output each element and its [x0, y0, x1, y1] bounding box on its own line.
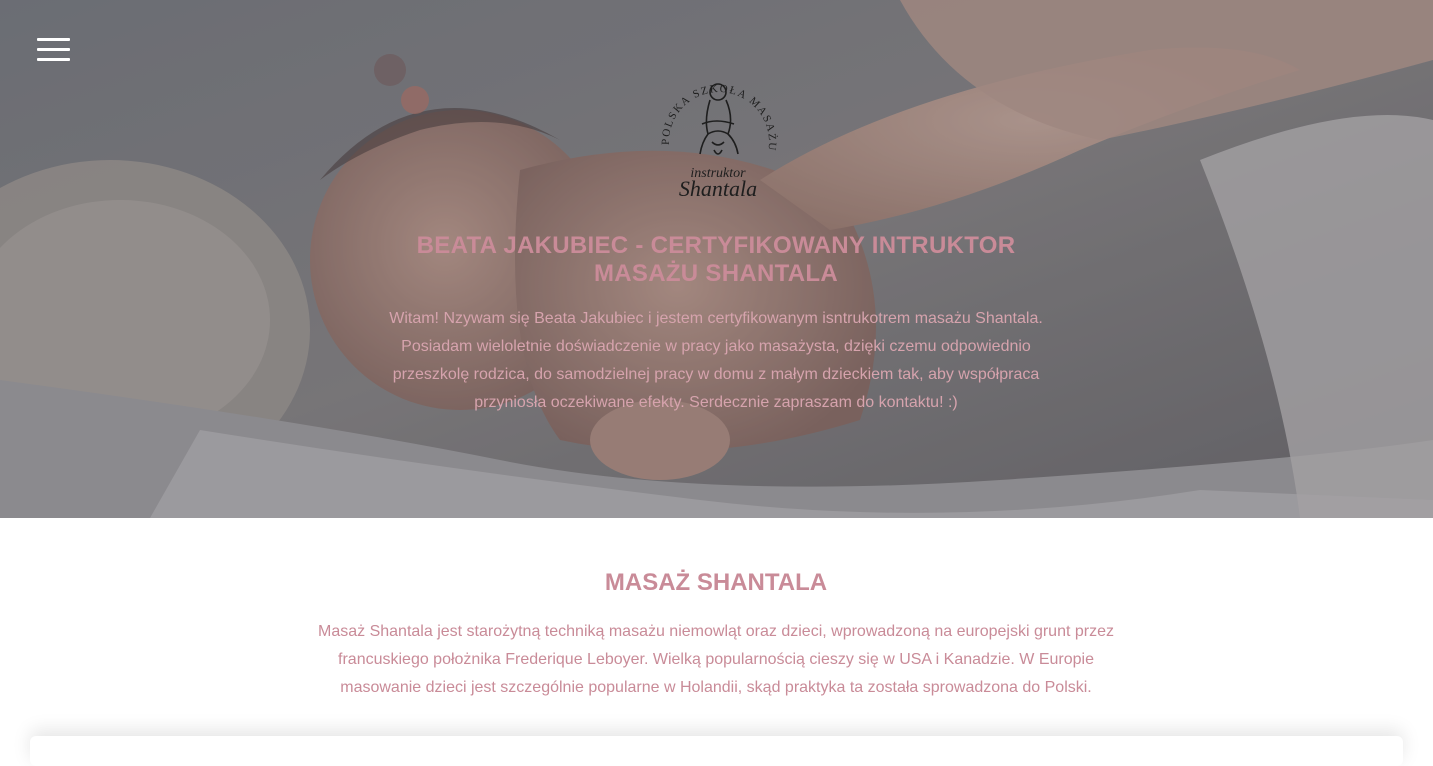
- hero-intro-text: Witam! Nzywam się Beata Jakubiec i jeste…: [389, 310, 1043, 411]
- svg-text:POLSKA SZKOŁA MASAŻU: POLSKA SZKOŁA MASAŻU: [660, 83, 778, 152]
- section-title: MASAŻ SHANTALA: [604, 569, 828, 596]
- logo-name: Shantala: [679, 176, 757, 201]
- menu-bar: [37, 58, 70, 61]
- hero-title: BEATA JAKUBIEC - CERTYFIKOWANY INTRUKTOR…: [416, 232, 1016, 287]
- hero-banner: POLSKA SZKOŁA MASAŻU POLSKA SZKOŁA MASAŻ…: [0, 0, 1433, 518]
- shantala-section: MASAŻ SHANTALA Masaż Shantala jest staro…: [0, 518, 1433, 766]
- menu-bar: [37, 38, 70, 41]
- menu-bar: [37, 48, 70, 51]
- shantala-logo: POLSKA SZKOŁA MASAŻU POLSKA SZKOŁA MASAŻ…: [656, 62, 780, 202]
- shantala-logo-emblem: POLSKA SZKOŁA MASAŻU instruktor Shantala: [660, 83, 778, 201]
- next-section-card-edge: [30, 736, 1403, 766]
- hamburger-menu-icon[interactable]: [37, 38, 70, 62]
- section-description: Masaż Shantala jest starożytną techniką …: [318, 623, 1114, 696]
